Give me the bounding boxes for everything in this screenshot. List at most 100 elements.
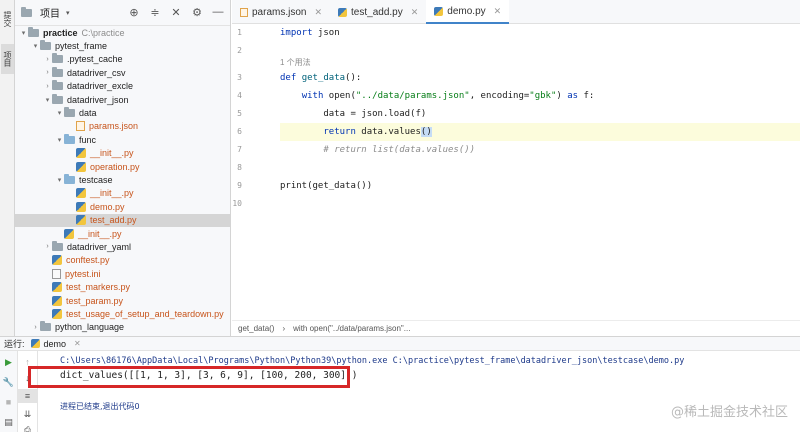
tree-item[interactable]: ▾ testcase xyxy=(15,173,230,186)
tree-item[interactable]: test_add.py xyxy=(15,213,230,227)
tree-item-label: practice xyxy=(43,27,78,38)
code-line-7: # return list(data.values()) xyxy=(323,145,476,155)
breadcrumb-item-function[interactable]: get_data() xyxy=(238,324,274,333)
python-file-icon xyxy=(76,215,86,226)
gear-icon[interactable]: ⚙ xyxy=(191,6,203,19)
editor-tab[interactable]: params.json ✕ xyxy=(232,0,330,24)
tree-item[interactable]: __init__.py xyxy=(15,187,230,200)
tree-item-label: pytest_frame xyxy=(55,40,108,51)
project-tool-tab[interactable]: 项目 xyxy=(1,44,14,74)
tree-item[interactable]: operation.py xyxy=(15,160,230,173)
line-number: 5 xyxy=(237,109,242,118)
tree-item[interactable]: demo.py xyxy=(15,200,230,213)
print-icon[interactable]: ⎙ xyxy=(18,423,37,432)
editor-tabs: params.json ✕ test_add.py ✕ demo.py ✕ xyxy=(232,0,800,24)
run-tab-demo[interactable]: demo ✕ xyxy=(30,339,81,349)
ini-file-icon xyxy=(52,268,61,279)
close-icon[interactable]: ✕ xyxy=(170,6,182,19)
tree-item[interactable]: › datadriver_excle xyxy=(15,80,230,93)
tree-item[interactable]: pytest.ini xyxy=(15,267,230,280)
editor-tab-label: demo.py xyxy=(447,5,486,17)
editor-tab[interactable]: demo.py ✕ xyxy=(426,0,510,24)
editor-tab[interactable]: test_add.py ✕ xyxy=(330,0,426,24)
chevron-right-icon[interactable]: › xyxy=(43,243,52,250)
chevron-right-icon[interactable]: › xyxy=(43,83,52,90)
code-line-6: return data.values() xyxy=(280,123,800,141)
tree-item[interactable]: ▾ datadriver_json xyxy=(15,93,230,106)
tree-item[interactable]: ▾ func xyxy=(15,133,230,146)
tree-item-label: python_language xyxy=(55,322,125,333)
code-view[interactable]: import json 1 个用法 def get_data(): with o… xyxy=(280,24,800,314)
chevron-down-icon[interactable]: ▾ xyxy=(19,29,28,37)
tree-item[interactable]: › datadriver_yaml xyxy=(15,240,230,253)
tree-item[interactable]: __init__.py xyxy=(15,147,230,160)
chevron-right-icon[interactable]: › xyxy=(31,324,40,331)
collapse-all-icon[interactable]: ≑ xyxy=(149,6,161,19)
package-folder-icon xyxy=(64,133,75,144)
watermark: @稀土掘金技术社区 xyxy=(670,405,788,420)
chevron-down-icon[interactable]: ▾ xyxy=(55,136,64,144)
breadcrumb-separator: › xyxy=(282,324,286,333)
close-icon[interactable]: ✕ xyxy=(314,7,322,18)
run-label: 运行: xyxy=(4,339,25,349)
python-file-icon xyxy=(76,148,86,159)
run-toolbar: ▶ 🔧 ■ ▤ xyxy=(0,351,18,432)
layout-icon[interactable]: ▤ xyxy=(0,415,17,429)
commit-tool-tab[interactable]: 提交 xyxy=(1,4,14,34)
code-line-1: import json xyxy=(280,28,340,38)
code-line-5: data = json.load(f) xyxy=(280,109,427,119)
chevron-down-icon[interactable]: ▾ xyxy=(66,9,70,17)
folder-icon xyxy=(52,80,63,91)
tree-item-path: C:\practice xyxy=(81,27,125,38)
tree-item[interactable]: test_usage_of_setup_and_teardown.py xyxy=(15,307,230,320)
code-line-3: def get_data(): xyxy=(280,73,362,83)
tree-item[interactable]: ▾ pytest_frame xyxy=(15,39,230,52)
rerun-icon[interactable]: ▶ xyxy=(0,355,17,369)
scroll-end-icon[interactable]: ⇊ xyxy=(18,407,37,421)
python-file-icon xyxy=(64,228,74,239)
chevron-down-icon[interactable]: ▾ xyxy=(55,176,64,184)
locate-icon[interactable]: ⊕ xyxy=(128,6,140,19)
tree-item[interactable]: test_param.py xyxy=(15,294,230,307)
tree-item-label: pytest.ini xyxy=(65,268,101,279)
folder-icon xyxy=(28,26,39,37)
tree-item-label: test_param.py xyxy=(66,295,124,306)
tree-item-label: conftest.py xyxy=(66,255,110,266)
tree-item[interactable]: ▾ data xyxy=(15,106,230,119)
tree-item[interactable]: › .pytest_cache xyxy=(15,53,230,66)
tree-item[interactable]: conftest.py xyxy=(15,254,230,267)
tree-item-label: datadriver_excle xyxy=(67,81,134,92)
line-number: 7 xyxy=(237,145,242,154)
wrench-icon[interactable]: 🔧 xyxy=(0,375,17,389)
chevron-down-icon[interactable]: ▾ xyxy=(55,109,64,117)
soft-wrap-icon[interactable]: ≡ xyxy=(18,389,37,403)
close-icon[interactable]: ✕ xyxy=(411,7,419,18)
folder-icon xyxy=(52,53,63,64)
breadcrumb-item-with[interactable]: with open("../data/params.json"... xyxy=(293,324,410,333)
stop-icon[interactable]: ■ xyxy=(0,395,17,409)
minimize-icon[interactable]: — xyxy=(212,6,224,18)
chevron-right-icon[interactable]: › xyxy=(43,69,52,76)
tree-item[interactable]: __init__.py xyxy=(15,227,230,240)
close-icon[interactable]: ✕ xyxy=(494,6,502,17)
tree-item-label: test_markers.py xyxy=(66,282,131,293)
line-number: 6 xyxy=(237,127,242,136)
tree-item[interactable]: ▾ practice C:\practice xyxy=(15,26,230,39)
python-file-icon xyxy=(52,295,62,306)
close-icon[interactable]: ✕ xyxy=(74,339,81,348)
chevron-right-icon[interactable]: › xyxy=(43,56,52,63)
tree-item-label: datadriver_csv xyxy=(67,67,126,78)
code-line-4: with open("../data/params.json", encodin… xyxy=(301,91,595,101)
left-tool-strip: 提交 项目 xyxy=(0,0,15,336)
tree-item[interactable]: test_markers.py xyxy=(15,281,230,294)
chevron-down-icon[interactable]: ▾ xyxy=(31,42,40,50)
tree-item[interactable]: › python_language xyxy=(15,321,230,334)
line-number: 3 xyxy=(237,73,242,82)
project-title[interactable]: 项目 xyxy=(40,5,60,20)
run-header: 运行: demo ✕ xyxy=(0,337,800,351)
tree-item[interactable]: › datadriver_csv xyxy=(15,66,230,79)
chevron-down-icon[interactable]: ▾ xyxy=(43,96,52,104)
tree-item-label: test_add.py xyxy=(90,215,137,226)
tree-item-label: datadriver_yaml xyxy=(67,241,132,252)
tree-item[interactable]: params.json xyxy=(15,120,230,133)
